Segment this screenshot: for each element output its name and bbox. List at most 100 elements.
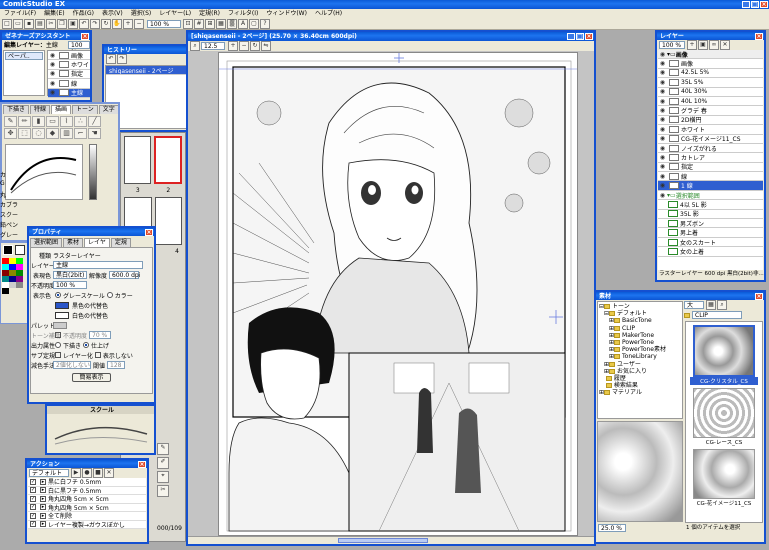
black-substitute-swatch[interactable] (55, 301, 69, 309)
hide-checkbox[interactable] (94, 352, 101, 358)
close-icon[interactable]: × (760, 1, 768, 8)
layer-row[interactable]: ◉ 2D横円 (658, 115, 763, 126)
tree-node[interactable]: ⊟ デフォルト (599, 310, 681, 317)
selection-row[interactable]: 35L 影 (658, 209, 763, 220)
select-tool-icon[interactable]: ⬚ (18, 128, 31, 139)
action-row[interactable]: ✓ ▸ レイヤー複製→ガウスぼかし (28, 520, 146, 529)
material-thumb-selected[interactable] (693, 325, 755, 377)
line-tool-icon[interactable]: ╱ (88, 116, 101, 127)
layer-icon[interactable]: ▦ (216, 19, 226, 29)
eye-icon[interactable]: ◉ (48, 61, 57, 68)
action-checkbox[interactable]: ✓ (30, 512, 36, 519)
redo-icon[interactable]: ↷ (90, 19, 100, 29)
layers-close-icon[interactable]: × (755, 32, 763, 40)
menu-window[interactable]: ウィンドウ(W) (262, 9, 311, 19)
tone-assist-checkbox[interactable] (55, 332, 61, 338)
tree-node[interactable]: ⊞ MakerTone (599, 332, 681, 339)
page-thumb[interactable] (154, 197, 182, 245)
trash-icon[interactable]: ✕ (720, 40, 730, 50)
page-thumb[interactable] (124, 136, 152, 184)
eye-icon[interactable]: ◉ (48, 52, 57, 59)
link-icon[interactable]: ∞ (709, 40, 719, 50)
move-tool-icon[interactable]: ✥ (4, 128, 17, 139)
tab-text[interactable]: 文字 (98, 104, 118, 114)
layers-opacity-field[interactable]: 100 % (659, 41, 685, 49)
canvas-flip-icon[interactable]: ⇋ (261, 41, 271, 51)
selection-folder-row[interactable]: ◉ ▾▭ 選択範囲 (658, 190, 763, 201)
layer-row[interactable]: ◉ ホワイト (658, 125, 763, 135)
action-checkbox[interactable]: ✓ (30, 478, 36, 485)
eye-icon[interactable]: ◉ (48, 89, 57, 96)
tree-node[interactable]: ⊞ マテリアル (599, 389, 681, 396)
lock-icon[interactable]: ▣ (698, 40, 708, 50)
grayscale-radio[interactable] (55, 292, 61, 298)
materials-close-icon[interactable]: × (755, 292, 763, 300)
rotate-icon[interactable]: ↻ (101, 19, 111, 29)
menu-filter[interactable]: フィルタ(I) (224, 9, 262, 19)
menu-layer[interactable]: レイヤー(L) (155, 9, 195, 19)
quick-layer-row[interactable]: ◉ ホワイト (48, 60, 90, 70)
material-thumb[interactable] (693, 388, 755, 438)
layer-row-selected[interactable]: ◉ 1 線 (658, 181, 763, 191)
palette-swatch[interactable] (9, 282, 16, 288)
page-thumb-active[interactable] (154, 136, 182, 184)
opacity-field[interactable]: 100 % (53, 281, 87, 289)
foreground-color-swatch[interactable] (3, 245, 13, 255)
layer-row[interactable]: ◉ 40L 10% (658, 96, 763, 107)
menu-view[interactable]: 表示(V) (98, 9, 127, 19)
tree-node[interactable]: ⊞ PowerTone素材 (599, 346, 681, 353)
eye-icon[interactable]: ◉ (658, 116, 667, 123)
tree-node[interactable]: 検索結果 (599, 382, 681, 389)
layer-row[interactable]: ◉ CG-花イメージ11_CS (658, 134, 763, 144)
hand-icon[interactable]: ✋ (112, 19, 122, 29)
brush-size-slider[interactable] (89, 144, 97, 200)
gradient-tool-icon[interactable]: ▥ (60, 128, 73, 139)
canvas-horizontal-scrollbar[interactable] (188, 536, 594, 544)
ruler-icon[interactable]: ⊞ (205, 19, 215, 29)
action-close-icon[interactable]: × (138, 460, 146, 468)
scale-stroke-preview[interactable] (47, 414, 154, 452)
layer-name-field[interactable]: 主線 (53, 261, 143, 269)
window-icon[interactable]: ▢ (249, 19, 259, 29)
copy-icon[interactable]: ❐ (57, 19, 67, 29)
fill-tool-icon[interactable]: ◆ (46, 128, 59, 139)
selection-row[interactable]: 男ズボン (658, 219, 763, 229)
action-expand-icon[interactable]: ▸ (40, 512, 46, 519)
eye-icon[interactable]: ◉ (48, 70, 57, 77)
cut-icon[interactable]: ✂ (46, 19, 56, 29)
canvas-rotate-icon[interactable]: ↻ (250, 41, 260, 51)
properties-close-icon[interactable]: × (145, 228, 153, 236)
action-expand-icon[interactable]: ▸ (40, 487, 46, 494)
action-checkbox[interactable]: ✓ (30, 504, 36, 511)
quick-layer-row[interactable]: ◉ 画像 (48, 51, 90, 61)
tab-drawing[interactable]: 描画 (51, 104, 72, 114)
navigator-opacity[interactable]: 100 % (68, 40, 90, 56)
mini-tool-icon[interactable]: ⌖ (157, 471, 169, 483)
tab-selection[interactable]: 選択範囲 (30, 237, 63, 247)
menu-edit[interactable]: 編集(E) (40, 9, 68, 19)
selection-row[interactable]: 女のスカート (658, 237, 763, 248)
color-mode-select[interactable]: 黒白(2bit) (53, 271, 87, 279)
canvas-zoom-field[interactable]: 12.5 (201, 42, 225, 50)
new-layer-icon[interactable]: + (687, 40, 697, 50)
canvas-zoom-out-icon[interactable]: − (239, 41, 249, 51)
view-icon[interactable]: ▦ (706, 300, 716, 310)
layer-row[interactable]: ◉ グラデ 春 (658, 106, 763, 116)
draft-radio[interactable] (55, 342, 61, 348)
quick-layer-row-selected[interactable]: ◉ 主線 (48, 88, 90, 98)
tab-special-line[interactable]: 特線 (30, 104, 51, 114)
action-expand-icon[interactable]: ▸ (40, 478, 46, 485)
side-label[interactable]: カ (0, 170, 18, 180)
action-expand-icon[interactable]: ▸ (40, 521, 46, 528)
tab-material[interactable]: 素材 (63, 237, 84, 247)
reduce-method-select[interactable]: 2値化しない (53, 361, 91, 369)
action-checkbox[interactable]: ✓ (30, 487, 36, 494)
undo-icon[interactable]: ↶ (79, 19, 89, 29)
layer-row[interactable]: ◉ 40L 30% (658, 87, 763, 97)
palette-swatch[interactable] (16, 282, 23, 288)
action-checkbox[interactable]: ✓ (30, 495, 36, 502)
resolution-field[interactable]: 600.0 dpi (109, 271, 140, 279)
palette-color-swatch[interactable] (53, 321, 67, 329)
canvas-close-icon[interactable]: × (585, 33, 593, 40)
delete-icon[interactable]: ✕ (104, 468, 114, 478)
